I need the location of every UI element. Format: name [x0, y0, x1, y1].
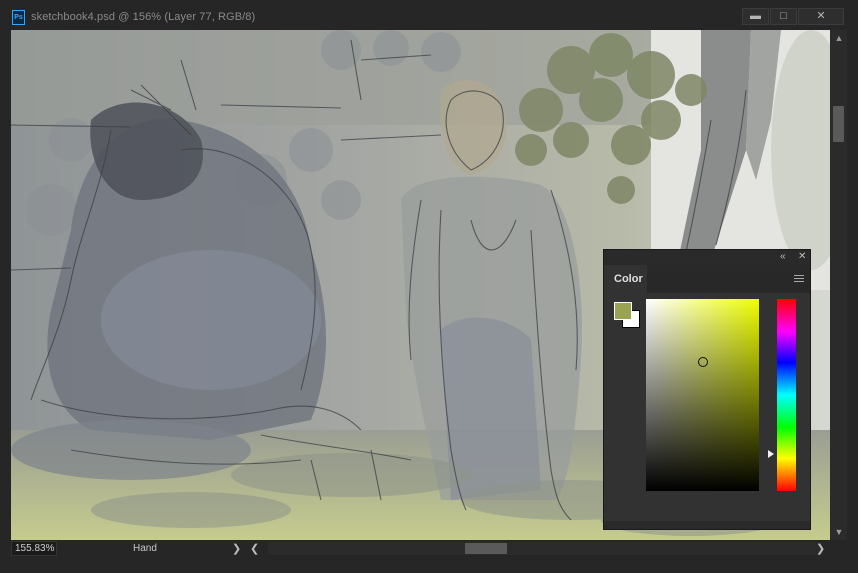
title-bar[interactable]: Ps sketchbook4.psd @ 156% (Layer 77, RGB…	[0, 0, 858, 30]
hue-slider[interactable]	[777, 299, 796, 491]
close-icon: ✕	[816, 10, 826, 22]
vertical-scroll-thumb[interactable]	[833, 106, 844, 142]
scroll-up-icon[interactable]: ▲	[834, 33, 844, 43]
tab-color[interactable]: Color	[604, 265, 647, 293]
hue-slider-marker-icon[interactable]	[768, 450, 774, 458]
zoom-level-field[interactable]: 155.83%	[11, 541, 57, 556]
saturation-brightness-field[interactable]	[646, 299, 759, 491]
color-panel: « ✕ Color	[603, 249, 811, 530]
scroll-left-icon[interactable]: ❮	[250, 542, 259, 555]
vertical-scrollbar[interactable]: ▲ ▼	[830, 30, 847, 540]
close-button[interactable]: ✕	[798, 8, 844, 25]
maximize-button[interactable]: □	[770, 8, 797, 25]
photoshop-window: Ps sketchbook4.psd @ 156% (Layer 77, RGB…	[0, 0, 858, 573]
scroll-down-icon[interactable]: ▼	[834, 527, 844, 537]
status-expand-arrow-icon[interactable]: ❯	[232, 542, 241, 555]
panel-menu-icon[interactable]	[794, 275, 804, 283]
maximize-icon: □	[780, 10, 787, 22]
current-tool-label: Hand	[133, 543, 157, 554]
panel-resize-grip[interactable]	[604, 521, 810, 529]
horizontal-scroll-thumb[interactable]	[465, 543, 507, 554]
panel-header-strip[interactable]: « ✕	[604, 250, 810, 265]
panel-tab-row: Color	[604, 265, 810, 293]
minimize-icon: ▬	[750, 10, 761, 22]
document-title: sketchbook4.psd @ 156% (Layer 77, RGB/8)	[31, 11, 256, 23]
foreground-color-swatch[interactable]	[614, 302, 632, 320]
horizontal-scrollbar[interactable]	[268, 542, 823, 555]
close-panel-icon[interactable]: ✕	[798, 251, 806, 262]
minimize-button[interactable]: ▬	[742, 8, 769, 25]
scroll-right-icon[interactable]: ❯	[816, 542, 825, 555]
status-bar: 155.83% Hand ❯ ❮ ❯	[11, 540, 847, 558]
sv-black-layer	[646, 299, 759, 491]
photoshop-app-icon: Ps	[12, 10, 25, 25]
color-picker-cursor[interactable]	[698, 357, 708, 367]
collapse-panel-icon[interactable]: «	[780, 251, 786, 262]
